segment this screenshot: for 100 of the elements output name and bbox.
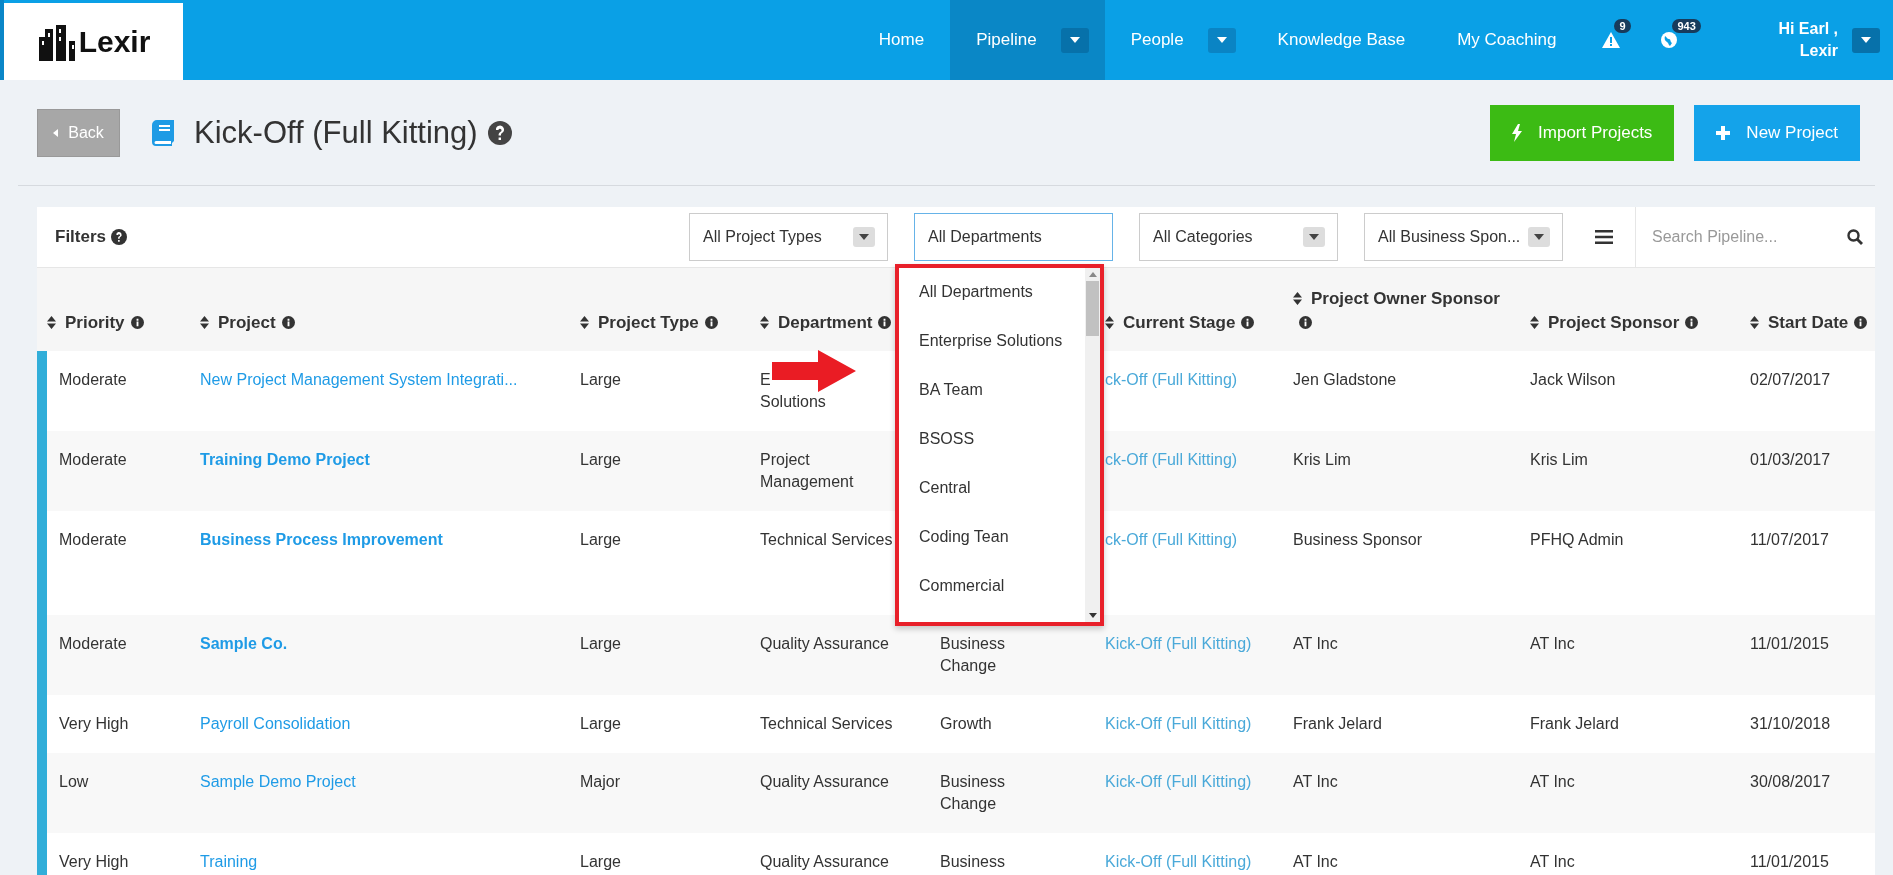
stage-link[interactable]: ck-Off (Full Kitting): [1105, 531, 1238, 548]
nav-link[interactable]: Knowledge Base: [1251, 0, 1432, 80]
stage-link[interactable]: Kick-Off (Full Kitting): [1105, 715, 1252, 732]
table-cell: Moderate: [59, 531, 127, 548]
table-cell: 11/01/2015: [1750, 853, 1829, 870]
menu-toggle-button[interactable]: [1060, 27, 1089, 53]
project-link[interactable]: New Project Management System Integrati...: [200, 371, 518, 388]
table-cell: Project Management: [760, 451, 854, 490]
scroll-down-icon[interactable]: [1088, 613, 1097, 618]
table-cell: Moderate: [59, 451, 127, 468]
arrow-icon: [772, 350, 856, 392]
dropdown-option[interactable]: Enterprise Solutions: [899, 323, 1085, 372]
dropdown-option[interactable]: All Departments: [899, 274, 1085, 323]
search-icon: [1847, 229, 1863, 245]
table-cell: Quality Assurance: [760, 853, 889, 870]
user-menu-button[interactable]: [1852, 27, 1880, 53]
info-icon: [1241, 316, 1255, 329]
table-cell: Growth: [940, 715, 992, 732]
table-cell: Major: [580, 773, 620, 790]
project-link[interactable]: Business Process Improvement: [200, 531, 443, 548]
table-cell: Frank Jelard: [1530, 715, 1619, 732]
column-header[interactable]: Project: [218, 313, 276, 332]
column-header[interactable]: Current Stage: [1123, 313, 1236, 332]
dropdown-option[interactable]: Commercial: [899, 568, 1085, 617]
count-badge: 9: [1614, 19, 1631, 33]
stage-link[interactable]: Kick-Off (Full Kitting): [1105, 773, 1252, 790]
sort-icon[interactable]: [47, 316, 56, 329]
stage-link[interactable]: ck-Off (Full Kitting): [1105, 451, 1238, 468]
table-cell: Moderate: [59, 635, 127, 652]
stage-link[interactable]: ck-Off (Full Kitting): [1105, 371, 1238, 388]
column-header[interactable]: Start Date: [1768, 313, 1849, 332]
project-link[interactable]: Training Demo Project: [200, 451, 370, 468]
project-link[interactable]: Training: [200, 853, 258, 870]
table-cell: AT Inc: [1530, 773, 1575, 790]
table-cell: Very High: [59, 853, 129, 870]
project-link[interactable]: Sample Co.: [200, 635, 288, 652]
dropdown-option[interactable]: Coding Tean: [899, 519, 1085, 568]
nav-link[interactable]: Home: [852, 0, 951, 80]
table-cell: Technical Services: [760, 715, 893, 732]
stage-link[interactable]: Kick-Off (Full Kitting): [1105, 853, 1252, 870]
sort-icon[interactable]: [200, 316, 209, 329]
sort-icon[interactable]: [1750, 316, 1759, 329]
dropdown-option[interactable]: BSOSS: [899, 421, 1085, 470]
table-cell: Quality Assurance: [760, 635, 889, 652]
table-cell: Jen Gladstone: [1293, 371, 1397, 388]
scroll-up-icon[interactable]: [1088, 272, 1097, 277]
table-cell: Business: [940, 853, 1005, 870]
table-cell: AT Inc: [1530, 635, 1575, 652]
column-header[interactable]: Project Sponsor: [1548, 313, 1680, 332]
table-cell: Kris Lim: [1293, 451, 1351, 468]
column-header[interactable]: Project Owner Sponsor: [1311, 289, 1500, 308]
table-cell: 11/01/2015: [1750, 635, 1829, 652]
table-cell: E Solutions: [760, 371, 826, 410]
table-cell: AT Inc: [1293, 635, 1338, 652]
user-name: Lexir: [1799, 41, 1838, 61]
project-link[interactable]: Sample Demo Project: [200, 773, 356, 790]
import-projects-button[interactable]: Import Projects: [1490, 104, 1675, 161]
table-cell: 31/10/2018: [1750, 715, 1831, 732]
warning-icon[interactable]: [1602, 32, 1621, 48]
table-cell: Large: [580, 853, 621, 870]
back-button[interactable]: Back: [37, 108, 120, 157]
column-header[interactable]: Department: [778, 313, 873, 332]
info-icon: [1685, 316, 1699, 329]
help-icon[interactable]: [111, 229, 128, 245]
column-header[interactable]: Priority: [65, 313, 125, 332]
nav-link[interactable]: My Coaching: [1431, 0, 1583, 80]
filter-select[interactable]: All Project Types: [689, 213, 888, 261]
column-header[interactable]: Project Type: [598, 313, 699, 332]
user-greeting: Hi Earl ,: [1778, 19, 1838, 39]
caret-icon: [1216, 37, 1227, 43]
sort-icon[interactable]: [760, 316, 769, 329]
help-icon[interactable]: [487, 120, 512, 145]
dropdown-option[interactable]: Central: [899, 470, 1085, 519]
info-icon: [130, 316, 144, 329]
table-cell: Large: [580, 715, 621, 732]
table-cell: Low: [59, 773, 89, 790]
scrollbar-thumb[interactable]: [1086, 281, 1099, 336]
menu-icon[interactable]: [1595, 230, 1613, 244]
nav-link[interactable]: People: [1104, 0, 1208, 80]
scrollbar[interactable]: [1085, 268, 1100, 622]
sort-icon[interactable]: [1293, 292, 1302, 305]
sort-icon[interactable]: [580, 316, 589, 329]
new-project-button[interactable]: New Project: [1694, 104, 1860, 161]
table-cell: Jack Wilson: [1530, 371, 1616, 388]
dropdown-option[interactable]: BA Team: [899, 372, 1085, 421]
project-link[interactable]: Payroll Consolidation: [200, 715, 351, 732]
table-cell: Large: [580, 451, 621, 468]
menu-toggle-button[interactable]: [1207, 27, 1236, 53]
filter-select[interactable]: All Departments: [914, 213, 1113, 261]
stage-link[interactable]: Kick-Off (Full Kitting): [1105, 635, 1252, 652]
globe-icon[interactable]: [1661, 32, 1678, 48]
filter-select[interactable]: All Business Spon...: [1364, 213, 1563, 261]
buildings-icon: [36, 22, 77, 61]
info-icon: [1854, 316, 1868, 329]
table-cell: Large: [580, 371, 621, 388]
plus-icon: [1716, 125, 1731, 140]
sort-icon[interactable]: [1530, 316, 1539, 329]
filter-select[interactable]: All Categories: [1139, 213, 1338, 261]
table-cell: Business Change: [940, 635, 1005, 674]
table-cell: Large: [580, 531, 621, 548]
